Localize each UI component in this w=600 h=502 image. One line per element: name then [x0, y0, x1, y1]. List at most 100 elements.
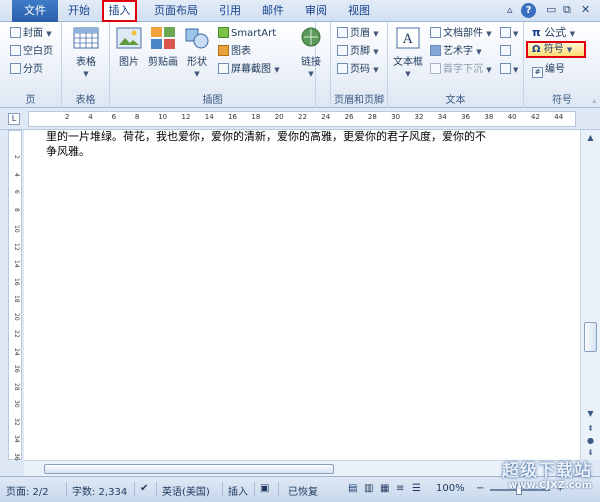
previous-page-icon[interactable]: ⇞	[584, 423, 597, 435]
ruler-tick: 40	[507, 113, 517, 121]
vertical-ruler-tick: 22	[13, 330, 20, 338]
vertical-ruler-tick: 18	[13, 295, 20, 303]
svg-text:A: A	[402, 32, 413, 47]
status-separator	[156, 482, 157, 496]
vertical-ruler-tick: 24	[13, 347, 20, 356]
ruler-tick: 20	[274, 113, 284, 121]
ruler-strip[interactable]: 2 4 6 8 10 12 14 16 18 20 22 24 26 28 30 32 34 36 38 40 42 44	[28, 111, 576, 127]
header-button[interactable]: 页眉 ▼	[337, 26, 379, 42]
screenshot-icon	[218, 63, 229, 74]
status-separator	[222, 482, 223, 496]
help-icon[interactable]: ?	[521, 3, 536, 18]
scroll-thumb[interactable]	[584, 322, 597, 352]
link-button[interactable]: 链接 ▼	[294, 26, 328, 79]
restore-icon[interactable]: ⧉	[563, 3, 571, 17]
next-page-icon[interactable]: ⇟	[584, 447, 597, 459]
vertical-ruler-tick: 10	[13, 225, 20, 233]
zoom-level[interactable]: 100%	[436, 483, 465, 494]
vertical-ruler-tick: 28	[13, 382, 20, 391]
outline-icon[interactable]: ≡	[396, 483, 404, 494]
link-icon	[301, 27, 321, 47]
footer-icon	[337, 45, 348, 56]
full-screen-reading-icon[interactable]: ▥	[364, 483, 373, 494]
chevron-up-icon[interactable]: ▵	[507, 3, 513, 16]
textbox-button[interactable]: A 文本框 ▼	[390, 26, 426, 79]
horizontal-ruler: L 2 4 6 8 10 12 14 16 18 20 22 24 26 28 30 32 34 36 38 40 42…	[0, 108, 600, 130]
horizontal-scrollbar[interactable]	[24, 460, 580, 476]
signature-icon	[500, 27, 511, 38]
status-page[interactable]: 页面: 2/2	[6, 483, 49, 498]
number-button[interactable]: # 编号	[532, 62, 565, 78]
vertical-ruler-tick: 20	[13, 312, 20, 321]
browse-object-icon[interactable]: ●	[584, 435, 597, 447]
chart-button[interactable]: 图表	[218, 44, 251, 60]
web-layout-icon[interactable]: ▦	[380, 483, 389, 494]
screenshot-button[interactable]: 屏幕截图 ▼	[218, 62, 280, 78]
shapes-button[interactable]: 形状 ▼	[182, 26, 212, 79]
vertical-ruler-tick: 2	[13, 155, 20, 159]
group-header-footer: 页眉 ▼ 页脚 ▼ 页码 ▼ 页眉和页脚	[330, 22, 388, 108]
date-time-button[interactable]	[500, 44, 513, 60]
tab-view[interactable]: 视图	[342, 0, 376, 22]
vertical-ruler[interactable]: 2 4 6 8 10 12 14 16 18 20 22 24 26 28 30 32 34 36	[8, 130, 22, 460]
close-icon[interactable]: ✕	[581, 3, 590, 16]
print-layout-icon[interactable]: ▤	[348, 483, 357, 494]
signature-line-button[interactable]: ▼	[500, 26, 518, 42]
page-break-button[interactable]: 分页	[10, 62, 43, 78]
blank-page-button[interactable]: 空白页	[10, 44, 53, 60]
picture-button[interactable]: 图片	[114, 26, 144, 68]
group-pages: 封面 ▼ 空白页 分页 页	[0, 22, 62, 108]
status-separator	[278, 482, 279, 496]
quick-parts-icon	[430, 27, 441, 38]
page-number-button[interactable]: 页码 ▼	[337, 62, 379, 78]
ruler-tick: 38	[484, 113, 494, 121]
proofing-icon[interactable]: ✔	[140, 483, 148, 494]
group-label-header-footer: 页眉和页脚	[334, 95, 384, 106]
footer-button[interactable]: 页脚 ▼	[337, 44, 379, 60]
chart-icon	[218, 45, 229, 56]
group-text: A 文本框 ▼ 文档部件 ▼ 艺术字 ▼ 首字下沉 ▼ ▼ ▼ 文本	[388, 22, 524, 108]
vertical-scrollbar[interactable]: ▲ ▼ ⇞ ● ⇟	[580, 130, 600, 460]
scroll-up-icon[interactable]: ▲	[584, 132, 597, 144]
symbol-button[interactable]: Ω 符号 ▼	[526, 41, 586, 58]
ruler-tick: 12	[181, 113, 191, 121]
tab-page-layout[interactable]: 页面布局	[143, 0, 209, 22]
smartart-button[interactable]: SmartArt	[218, 26, 276, 42]
draft-icon[interactable]: ☰	[412, 483, 421, 494]
zoom-out-icon[interactable]: −	[476, 483, 484, 494]
quick-parts-button[interactable]: 文档部件 ▼	[430, 26, 492, 42]
wordart-button[interactable]: 艺术字 ▼	[430, 44, 482, 60]
status-word-count[interactable]: 字数: 2,334	[72, 483, 127, 498]
scroll-down-icon[interactable]: ▼	[584, 408, 597, 420]
tab-review[interactable]: 审阅	[299, 0, 333, 22]
status-language[interactable]: 英语(美国)	[162, 483, 210, 498]
object-button[interactable]: ▼	[500, 62, 518, 78]
macro-record-icon[interactable]: ▣	[260, 483, 269, 494]
equation-button[interactable]: π 公式 ▼	[532, 25, 575, 41]
tab-insert[interactable]: 插入	[102, 0, 137, 22]
ruler-tick: 42	[531, 113, 540, 121]
tab-file[interactable]: 文件	[12, 0, 58, 22]
omega-icon: Ω	[532, 44, 541, 55]
document-page[interactable]: 里的一片堆绿。荷花，我也爱你，爱你的清新，爱你的高雅，更爱你的君子风度，爱你的不…	[24, 130, 580, 460]
group-label-symbols: 符号	[552, 95, 572, 106]
zoom-slider-knob[interactable]	[516, 484, 522, 495]
paragraph-line-1: 里的一片堆绿。荷花，我也爱你，爱你的清新，爱你的高雅，更爱你的君子风度，爱你的不	[46, 130, 486, 143]
collapse-ribbon-icon[interactable]: ▵	[592, 97, 596, 105]
tab-selector[interactable]: L	[8, 113, 20, 125]
tab-mailings[interactable]: 邮件	[256, 0, 290, 22]
vertical-ruler-tick: 8	[13, 207, 20, 212]
status-insert-mode[interactable]: 插入	[228, 483, 248, 498]
paragraph-line-2: 争风雅。	[46, 145, 90, 158]
zoom-in-icon[interactable]: +	[556, 483, 564, 494]
clipart-button[interactable]: 剪贴画	[146, 26, 180, 68]
ruler-tick: 6	[111, 113, 117, 121]
tab-references[interactable]: 引用	[213, 0, 247, 22]
horizontal-scroll-thumb[interactable]	[44, 464, 334, 474]
dropcap-button[interactable]: 首字下沉 ▼	[430, 62, 492, 78]
cover-page-button[interactable]: 封面 ▼	[10, 26, 52, 42]
status-recovered[interactable]: 已恢复	[288, 483, 318, 498]
minimize-icon[interactable]: ▭	[546, 3, 556, 16]
table-button[interactable]: 表格 ▼	[66, 26, 106, 79]
tab-home[interactable]: 开始	[60, 0, 98, 22]
